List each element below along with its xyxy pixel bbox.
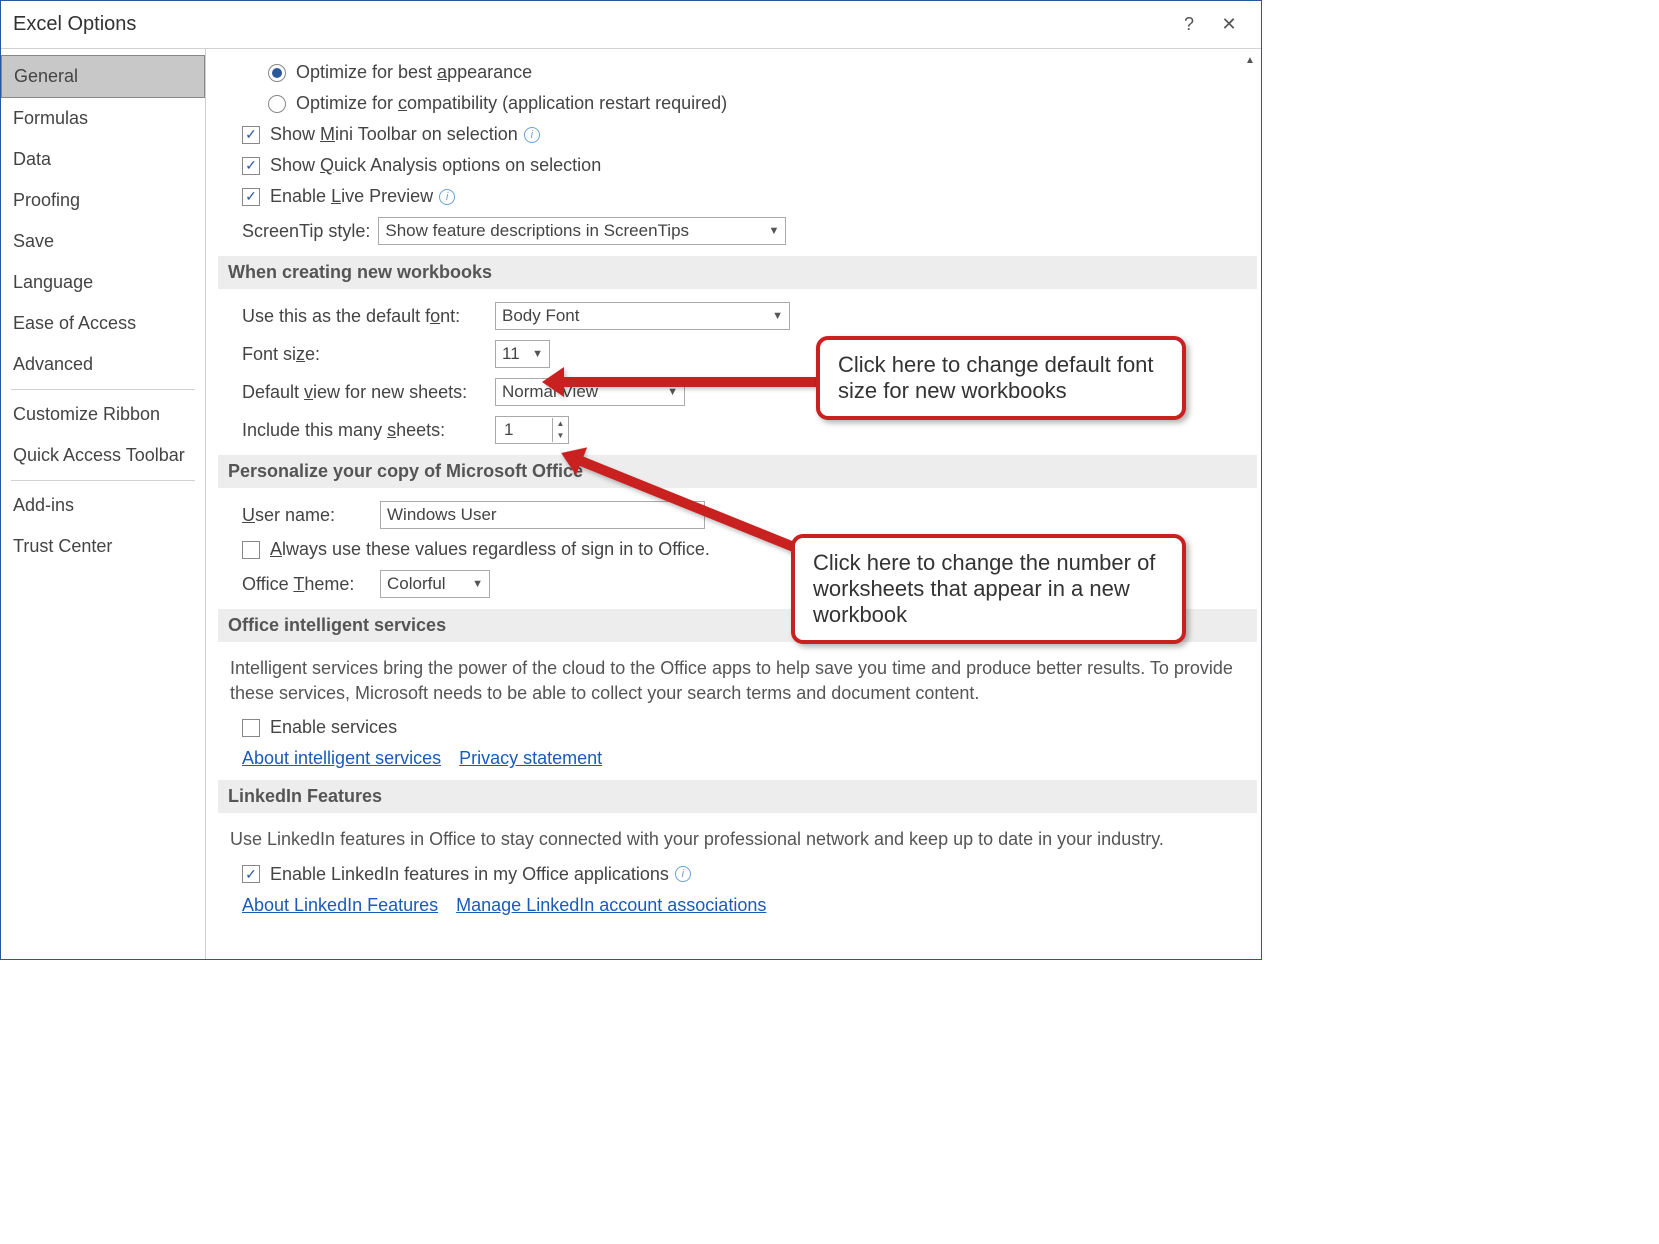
check-label: Enable Live Preview (270, 186, 433, 207)
check-row-enable-services[interactable]: Enable services (218, 712, 1261, 743)
check-label: Enable LinkedIn features in my Office ap… (270, 864, 669, 885)
sidebar-item-formulas[interactable]: Formulas (1, 98, 205, 139)
row-screentip: ScreenTip style: Show feature descriptio… (218, 212, 1261, 250)
links-row-intelligent: About intelligent services Privacy state… (218, 743, 1261, 774)
sidebar: General Formulas Data Proofing Save Lang… (1, 49, 206, 959)
radio-row-appearance[interactable]: Optimize for best appearance (218, 57, 1261, 88)
linkedin-text: Use LinkedIn features in Office to stay … (218, 821, 1261, 858)
check-label: Enable services (270, 717, 397, 738)
sheets-value: 1 (496, 420, 552, 440)
checkbox-enable-linkedin[interactable]: ✓ (242, 865, 260, 883)
sheets-label: Include this many sheets: (242, 420, 487, 441)
row-default-font: Use this as the default font: Body Font … (218, 297, 1261, 335)
sidebar-item-add-ins[interactable]: Add-ins (1, 485, 205, 526)
intelligent-text: Intelligent services bring the power of … (218, 650, 1261, 712)
office-theme-label: Office Theme: (242, 574, 372, 595)
checkbox-enable-services[interactable] (242, 719, 260, 737)
link-about-linkedin[interactable]: About LinkedIn Features (242, 895, 438, 916)
checkbox-quick-analysis[interactable]: ✓ (242, 157, 260, 175)
sidebar-item-ease-of-access[interactable]: Ease of Access (1, 303, 205, 344)
links-row-linkedin: About LinkedIn Features Manage LinkedIn … (218, 890, 1261, 921)
sidebar-item-customize-ribbon[interactable]: Customize Ribbon (1, 394, 205, 435)
radio-label: Optimize for compatibility (application … (296, 93, 727, 114)
check-row-live-preview[interactable]: ✓ Enable Live Preview i (218, 181, 1261, 212)
chevron-down-icon: ▼ (772, 310, 783, 322)
chevron-down-icon: ▼ (667, 386, 678, 398)
office-theme-value: Colorful (387, 574, 446, 594)
check-label: Show Mini Toolbar on selection (270, 124, 518, 145)
default-font-label: Use this as the default font: (242, 306, 487, 327)
info-icon[interactable]: i (439, 189, 455, 205)
sidebar-item-quick-access-toolbar[interactable]: Quick Access Toolbar (1, 435, 205, 476)
chevron-down-icon: ▼ (472, 578, 483, 590)
sidebar-item-advanced[interactable]: Advanced (1, 344, 205, 385)
sidebar-separator (11, 389, 195, 390)
section-heading-new-workbooks: When creating new workbooks (218, 256, 1257, 289)
check-row-mini-toolbar[interactable]: ✓ Show Mini Toolbar on selection i (218, 119, 1261, 150)
sidebar-item-proofing[interactable]: Proofing (1, 180, 205, 221)
username-label: User name: (242, 505, 372, 526)
info-icon[interactable]: i (675, 866, 691, 882)
check-label: Show Quick Analysis options on selection (270, 155, 601, 176)
radio-optimize-appearance[interactable] (268, 64, 286, 82)
sidebar-item-general[interactable]: General (1, 55, 205, 98)
annotation-callout-sheets: Click here to change the number of works… (791, 534, 1186, 644)
checkbox-mini-toolbar[interactable]: ✓ (242, 126, 260, 144)
font-size-dropdown[interactable]: 11 ▼ (495, 340, 550, 368)
default-font-dropdown[interactable]: Body Font ▼ (495, 302, 790, 330)
check-row-enable-linkedin[interactable]: ✓ Enable LinkedIn features in my Office … (218, 859, 1261, 890)
font-size-value: 11 (502, 344, 520, 364)
default-view-label: Default view for new sheets: (242, 382, 487, 403)
office-theme-dropdown[interactable]: Colorful ▼ (380, 570, 490, 598)
sidebar-separator (11, 480, 195, 481)
annotation-arrow (558, 377, 823, 387)
screentip-label: ScreenTip style: (242, 221, 370, 242)
checkbox-always-values[interactable] (242, 541, 260, 559)
link-about-intelligent-services[interactable]: About intelligent services (242, 748, 441, 769)
font-size-label: Font size: (242, 344, 487, 365)
close-icon[interactable]: ✕ (1209, 14, 1249, 35)
spinner-arrows[interactable]: ▲▼ (552, 418, 568, 442)
check-row-quick-analysis[interactable]: ✓ Show Quick Analysis options on selecti… (218, 150, 1261, 181)
info-icon[interactable]: i (524, 127, 540, 143)
annotation-callout-font-size: Click here to change default font size f… (816, 336, 1186, 420)
default-font-value: Body Font (502, 306, 580, 326)
radio-label: Optimize for best appearance (296, 62, 532, 83)
radio-optimize-compat[interactable] (268, 95, 286, 113)
sidebar-item-save[interactable]: Save (1, 221, 205, 262)
sidebar-item-trust-center[interactable]: Trust Center (1, 526, 205, 567)
link-manage-linkedin[interactable]: Manage LinkedIn account associations (456, 895, 766, 916)
help-icon[interactable]: ? (1169, 14, 1209, 35)
link-privacy-statement[interactable]: Privacy statement (459, 748, 602, 769)
sidebar-item-language[interactable]: Language (1, 262, 205, 303)
sheets-spinner[interactable]: 1 ▲▼ (495, 416, 569, 444)
dialog-title: Excel Options (13, 13, 1169, 36)
chevron-down-icon: ▼ (769, 225, 780, 237)
screentip-value: Show feature descriptions in ScreenTips (385, 221, 689, 241)
section-heading-personalize: Personalize your copy of Microsoft Offic… (218, 455, 1257, 488)
titlebar: Excel Options ? ✕ (1, 1, 1261, 49)
sidebar-item-data[interactable]: Data (1, 139, 205, 180)
dialog-body: General Formulas Data Proofing Save Lang… (1, 49, 1261, 959)
section-heading-linkedin: LinkedIn Features (218, 780, 1257, 813)
excel-options-dialog: Excel Options ? ✕ General Formulas Data … (0, 0, 1262, 960)
scroll-up-icon[interactable]: ▲ (1241, 51, 1259, 69)
screentip-dropdown[interactable]: Show feature descriptions in ScreenTips … (378, 217, 786, 245)
spin-up-icon[interactable]: ▲ (553, 418, 568, 430)
checkbox-live-preview[interactable]: ✓ (242, 188, 260, 206)
check-label: Always use these values regardless of si… (270, 539, 710, 560)
radio-row-compat[interactable]: Optimize for compatibility (application … (218, 88, 1261, 119)
content-panel: ▲ Optimize for best appearance Optimize … (206, 49, 1261, 959)
username-input[interactable] (380, 501, 705, 529)
chevron-down-icon: ▼ (532, 348, 543, 360)
